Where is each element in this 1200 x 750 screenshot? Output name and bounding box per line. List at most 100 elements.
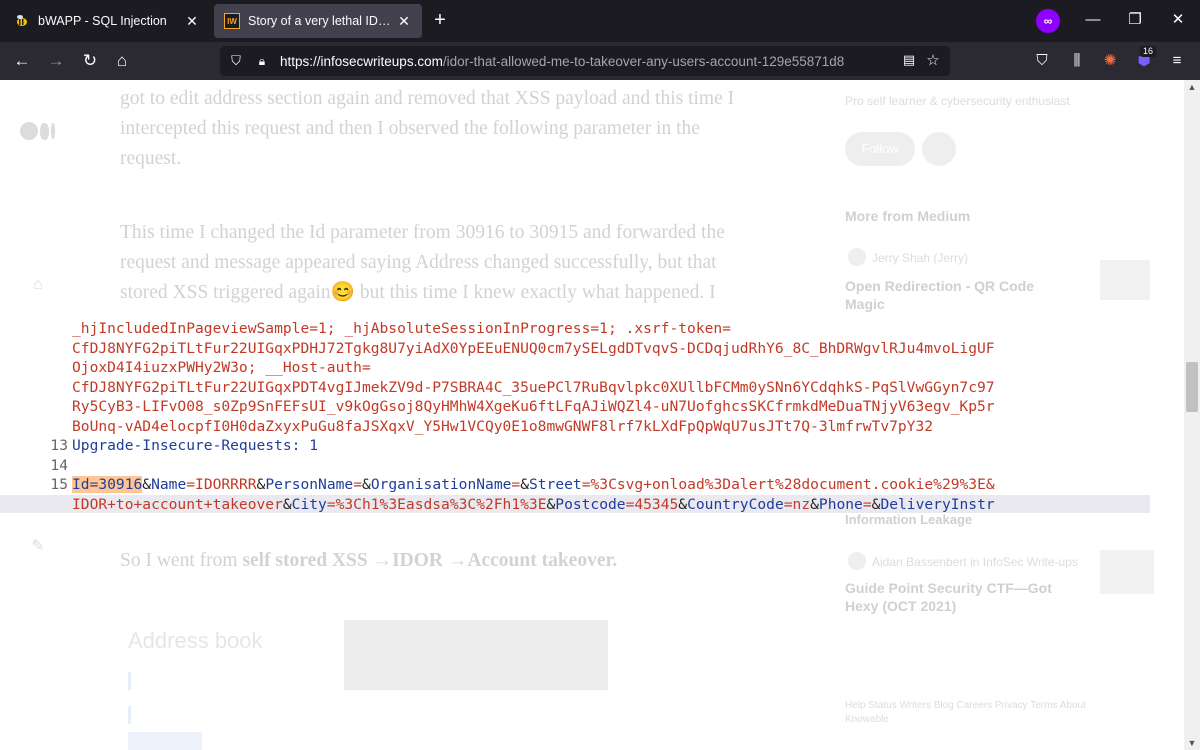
medium-logo-icon[interactable] bbox=[20, 120, 58, 142]
id-parameter-highlight[interactable]: Id=30916 bbox=[72, 476, 143, 493]
code-token: = bbox=[353, 476, 363, 493]
new-tab-button[interactable]: + bbox=[428, 9, 452, 33]
page-scrollbar[interactable] bbox=[1184, 80, 1200, 750]
code-token: Street bbox=[529, 476, 582, 493]
close-icon[interactable]: ✕ bbox=[396, 13, 412, 30]
article-paragraph: got to edit address section again and re… bbox=[120, 88, 735, 169]
private-mask-icon[interactable]: ∞ bbox=[1036, 9, 1060, 33]
home-nav-icon[interactable]: ⌂ bbox=[28, 276, 48, 296]
code-token: = bbox=[862, 495, 872, 513]
code-token: & bbox=[810, 495, 819, 513]
extension-fox-icon[interactable]: ✺ bbox=[1099, 50, 1121, 72]
tab-infosec[interactable]: IW Story of a very lethal IDOR.. Hel ✕ bbox=[214, 4, 422, 38]
address-book-title: Address book bbox=[128, 628, 263, 653]
lock-icon[interactable]: 🔒︎ bbox=[254, 53, 270, 69]
address-bar[interactable]: ⛉ 🔒︎ https://infosecwriteups.com/idor-th… bbox=[220, 46, 950, 76]
scroll-down-icon[interactable]: ▼ bbox=[1184, 736, 1200, 750]
shield-icon[interactable]: ⛉ bbox=[228, 53, 244, 69]
post-title[interactable]: Guide Point Security CTF—Got bbox=[845, 580, 1052, 596]
code-token: & bbox=[520, 476, 529, 493]
request-body-line: 15 Id=30916&Name=IDORRRR&PersonName=&Orga… bbox=[50, 476, 995, 493]
code-token: City bbox=[291, 495, 327, 513]
code-token: =%3Ch1%3Easdsa%3C%2Fh1%3E bbox=[326, 495, 547, 513]
embedded-screenshot: Address book bbox=[128, 620, 608, 750]
screenshot-dark-panel bbox=[344, 620, 608, 690]
screenshot-field bbox=[128, 672, 328, 690]
bee-icon bbox=[14, 13, 30, 29]
code-token: & bbox=[678, 495, 688, 513]
post-thumbnail[interactable] bbox=[1100, 550, 1154, 594]
close-icon[interactable]: ✕ bbox=[184, 13, 200, 30]
scroll-up-icon[interactable]: ▲ bbox=[1184, 80, 1200, 94]
code-token: & bbox=[142, 476, 152, 493]
bookmark-star-icon[interactable]: ☆ bbox=[924, 51, 942, 69]
tab-bwapp[interactable]: bWAPP - SQL Injection ✕ bbox=[4, 4, 210, 38]
extension-badge-count: 16 bbox=[1140, 46, 1157, 57]
author-bio: Pro self learner & cybersecurity enthusi… bbox=[845, 94, 1070, 108]
back-arrow-icon[interactable]: ← bbox=[10, 50, 34, 72]
post-title[interactable]: Information Leakage bbox=[845, 512, 972, 527]
url-text[interactable]: https://infosecwriteups.com/idor-that-al… bbox=[280, 54, 844, 69]
post-author[interactable]: Aidan Bassenbert in InfoSec Write-ups bbox=[872, 555, 1078, 569]
library-icon[interactable]: ⫼ bbox=[1066, 50, 1088, 72]
request-body-line: IDOR+to+account+takeover&City=%3Ch1%3Eas… bbox=[0, 494, 1150, 513]
code-token: Name bbox=[151, 476, 187, 493]
code-line: 13 Upgrade-Insecure-Requests: 1 bbox=[50, 437, 319, 454]
article-paragraph: This time I changed the Id parameter fro… bbox=[120, 222, 725, 303]
code-token: =nz bbox=[783, 495, 811, 513]
reader-view-icon[interactable]: ▤ bbox=[900, 52, 918, 70]
post-title[interactable]: Magic bbox=[845, 296, 885, 312]
screenshot-button bbox=[128, 732, 202, 750]
pocket-icon[interactable]: ⛉ bbox=[1031, 50, 1053, 72]
code-token: CountryCode bbox=[687, 495, 784, 513]
tab-title: Story of a very lethal IDOR.. Hel bbox=[248, 14, 396, 28]
footer-links[interactable]: Help Status Writers Blog Careers Privacy… bbox=[845, 700, 1086, 711]
code-token: OrganisationName bbox=[370, 476, 512, 493]
reload-icon[interactable]: ↻ bbox=[78, 50, 102, 72]
code-token: & bbox=[362, 476, 371, 493]
home-icon[interactable]: ⌂ bbox=[110, 50, 134, 72]
screenshot-field bbox=[128, 706, 378, 724]
code-token: & bbox=[546, 495, 556, 513]
restore-button[interactable]: ❐ bbox=[1125, 10, 1145, 30]
forward-arrow-icon[interactable]: → bbox=[44, 50, 68, 72]
infosec-writeups-icon: IW bbox=[224, 13, 240, 29]
code-token: PersonName bbox=[265, 476, 354, 493]
subscribe-mail-icon[interactable] bbox=[922, 132, 956, 166]
code-token: Phone bbox=[818, 495, 863, 513]
code-token: & bbox=[282, 495, 292, 513]
menu-icon[interactable]: ≡ bbox=[1166, 50, 1188, 72]
footer-links[interactable]: Knowable bbox=[845, 714, 889, 725]
tab-title: bWAPP - SQL Injection bbox=[38, 14, 167, 28]
code-token: =45345 bbox=[625, 495, 679, 513]
post-thumbnail[interactable] bbox=[1100, 260, 1150, 300]
code-token: =%3Csvg+onload%3Dalert%28document.cookie… bbox=[581, 476, 995, 493]
more-from-medium-heading: More from Medium bbox=[845, 208, 971, 224]
code-token: =IDORRRR bbox=[186, 476, 257, 493]
tab-strip: bWAPP - SQL Injection ✕ IW Story of a ve… bbox=[0, 0, 1200, 42]
write-icon[interactable]: ✎ bbox=[28, 536, 48, 556]
code-line: _hjIncludedInPageviewSample=1; _hjAbsolu… bbox=[72, 320, 731, 337]
code-line: 14 bbox=[50, 456, 68, 474]
post-title[interactable]: Open Redirection - QR Code bbox=[845, 278, 1034, 294]
code-token: Postcode bbox=[555, 495, 626, 513]
avatar[interactable] bbox=[848, 248, 866, 266]
code-line: Ry5CyB3-LIFvO08_s0Zp9SnFEFsUI_v9kOgGsoj8… bbox=[72, 398, 995, 415]
http-request-code-block: _hjIncludedInPageviewSample=1; _hjAbsolu… bbox=[0, 317, 1150, 513]
code-line: OjoxD4I4iuzxPWHy2W3o; __Host-auth= bbox=[72, 359, 371, 376]
code-token: = bbox=[511, 476, 521, 493]
post-author[interactable]: Jerry Shah (Jerry) bbox=[872, 251, 968, 265]
code-token: IDOR+to+account+takeover bbox=[72, 495, 283, 513]
window-close-button[interactable]: ✕ bbox=[1168, 10, 1188, 30]
code-line: CfDJ8NYFG2piTLtFur22UIGqxPDT4vgIJmekZV9d… bbox=[72, 378, 995, 396]
article-summary: So I went from self stored XSS →IDOR →Ac… bbox=[120, 550, 618, 571]
scrollbar-thumb[interactable] bbox=[1186, 362, 1198, 412]
follow-button[interactable]: Follow bbox=[845, 132, 915, 166]
code-line: BoUnq-vAD4elocpfI0H0daZxyxPuGu8faJSXqxV_… bbox=[72, 417, 934, 435]
code-token: DeliveryInstr bbox=[880, 495, 995, 513]
minimize-button[interactable]: — bbox=[1083, 10, 1103, 30]
navigation-toolbar: ← → ↻ ⌂ ⛉ 🔒︎ https://infosecwriteups.com… bbox=[0, 42, 1200, 80]
avatar[interactable] bbox=[848, 552, 866, 570]
post-title[interactable]: Hexy (OCT 2021) bbox=[845, 598, 956, 614]
code-line: CfDJ8NYFG2piTLtFur22UIGqxPDHJ72Tgkg8U7yi… bbox=[72, 339, 995, 357]
